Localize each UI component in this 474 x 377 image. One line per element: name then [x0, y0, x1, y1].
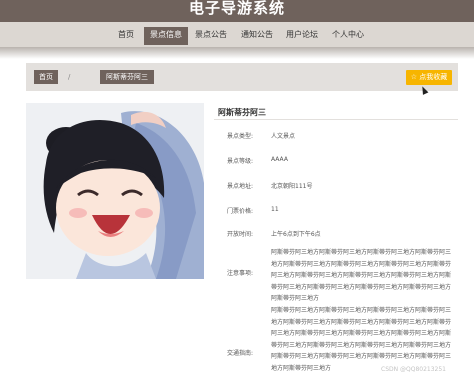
- nav-item-home[interactable]: 首页: [112, 27, 140, 45]
- transport-value: 阿斯蒂芬阿三地方阿斯蒂芬阿三地方阿斯蒂芬阿三地方阿斯蒂芬阿三地方阿斯蒂芬阿三地方…: [271, 307, 452, 372]
- notes-value: 阿斯蒂芬阿三地方阿斯蒂芬阿三地方阿斯蒂芬阿三地方阿斯蒂芬阿三地方阿斯蒂芬阿三地方…: [271, 249, 452, 302]
- breadcrumb-home[interactable]: 首页: [34, 70, 58, 84]
- price-label: 门票价格:: [227, 208, 254, 215]
- price-value: 11: [271, 206, 279, 213]
- favorite-button[interactable]: ☆ 点我收藏: [406, 70, 452, 85]
- nav-item-forum[interactable]: 用户论坛: [280, 27, 324, 45]
- nav-item-profile[interactable]: 个人中心: [326, 27, 370, 45]
- title-divider: [214, 119, 458, 120]
- nav-item-attraction-notices[interactable]: 景点公告: [189, 27, 233, 45]
- address-label: 景点地址:: [227, 183, 254, 190]
- notes-label: 注意事项:: [227, 270, 254, 277]
- breadcrumb-current: 阿斯蒂芬阿三: [100, 70, 154, 84]
- breadcrumb: 首页 / 阿斯蒂芬阿三 ☆ 点我收藏: [26, 63, 458, 91]
- site-title: 电子导游系统: [188, 0, 285, 17]
- breadcrumb-separator: /: [68, 73, 71, 81]
- hours-label: 开放时间:: [227, 231, 254, 238]
- nav-shadow: [0, 47, 474, 59]
- address-value: 北京朝阳111号: [271, 183, 313, 190]
- level-label: 景点等级:: [227, 158, 254, 165]
- type-value: 人文景点: [271, 133, 296, 140]
- attraction-image: [26, 103, 204, 279]
- main-nav: 首页 景点信息 景点公告 通知公告 用户论坛 个人中心: [0, 22, 474, 47]
- hours-value: 上午6点到下午6点: [271, 231, 321, 238]
- type-label: 景点类型:: [227, 133, 254, 140]
- level-value: AAAA: [271, 156, 288, 163]
- nav-item-notices[interactable]: 通知公告: [235, 27, 279, 45]
- nav-item-attractions[interactable]: 景点信息: [144, 27, 188, 45]
- app-header: 电子导游系统: [0, 0, 474, 22]
- transport-label: 交通指南:: [227, 350, 254, 357]
- watermark: CSDN @QQ80213251: [381, 366, 446, 373]
- attraction-title: 阿斯蒂芬阿三: [218, 108, 266, 117]
